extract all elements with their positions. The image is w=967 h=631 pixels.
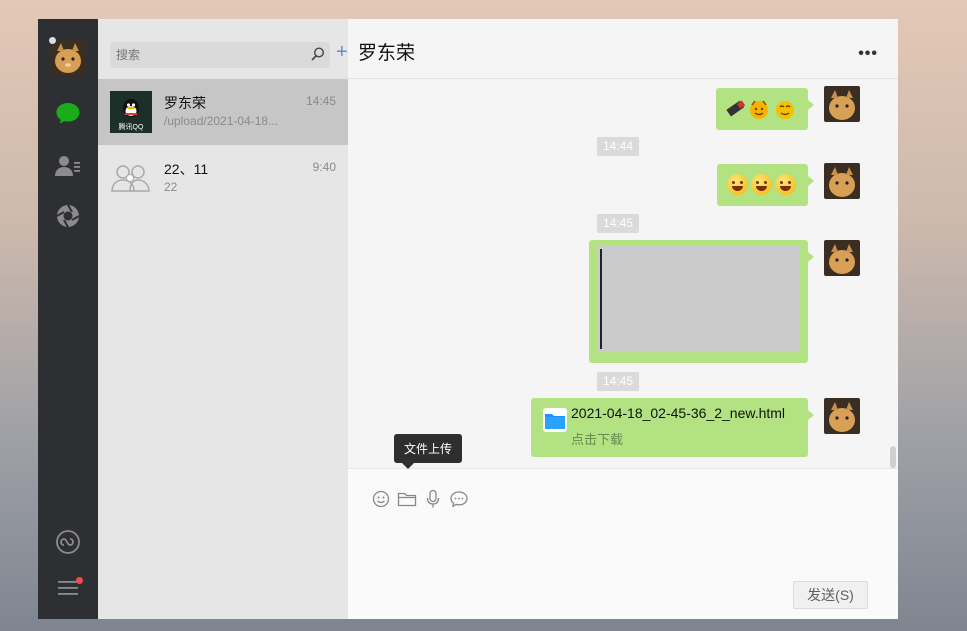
message-composer: 文件上传 发送(S) [348,434,898,619]
message-timestamp: 14:44 [597,137,640,156]
search-input[interactable] [110,48,300,62]
chat-header: 罗东荣 ••• [348,19,898,79]
more-options-button[interactable]: ••• [858,45,878,63]
search-icon[interactable] [310,46,326,67]
chat-panel: 罗东荣 ••• 14:44 14:45 14:45 2021-04-18_02-… [348,19,898,619]
emoji-row-icon [726,100,794,119]
image-edge [600,249,602,349]
send-button[interactable]: 发送(S) [793,581,868,609]
message-timestamp: 14:45 [597,372,640,391]
session-list: + 腾讯QQ 罗东荣 14:45 /upload/2021-04-18... 2… [98,19,348,619]
session-name: 22、11 [164,161,209,177]
avatar-caption: 腾讯QQ [119,122,144,131]
image-placeholder[interactable] [597,246,799,352]
message-bubble[interactable] [716,88,814,130]
folder-file-icon [543,408,567,432]
status-dot [48,36,57,45]
add-chat-button[interactable]: + [336,41,348,63]
file-message-bubble[interactable]: 2021-04-18_02-45-36_2_new.html 点击下载 [531,398,814,457]
chat-title: 罗东荣 [358,43,416,64]
image-message-bubble[interactable] [589,240,814,363]
my-message-avatar[interactable] [824,163,860,199]
upload-tooltip: 文件上传 [394,434,463,469]
emoji-row-icon [727,174,796,195]
qq-logo-icon: 腾讯QQ [110,91,152,133]
file-name: 2021-04-18_02-45-36_2_new.html [571,405,786,421]
microphone-icon[interactable] [423,489,443,509]
mini-program-icon[interactable] [53,527,83,557]
scrollbar-thumb[interactable] [890,446,896,468]
left-nav-rail [38,19,98,619]
my-avatar[interactable] [50,39,86,75]
wechat-window: + 腾讯QQ 罗东荣 14:45 /upload/2021-04-18... 2… [38,19,898,619]
my-message-avatar[interactable] [824,240,860,276]
session-name: 罗东荣 [164,95,206,111]
moments-icon[interactable] [53,201,83,231]
message-list: 14:44 14:45 14:45 2021-04-18_02-45-36_2_… [348,80,898,468]
message-timestamp: 14:45 [597,214,640,233]
group-avatar-icon [110,157,152,199]
my-message-avatar[interactable] [824,86,860,122]
session-time: 9:40 [312,160,336,174]
search-box [110,42,330,68]
session-preview: /upload/2021-04-18... [164,114,279,128]
session-preview: 22 [164,180,178,194]
session-item[interactable]: 22、11 9:40 22 [98,145,348,211]
chat-bubble-icon[interactable] [449,489,469,509]
session-item[interactable]: 腾讯QQ 罗东荣 14:45 /upload/2021-04-18... [98,79,348,145]
download-link[interactable]: 点击下载 [571,429,623,448]
session-time: 14:45 [305,94,336,108]
chat-icon[interactable] [53,98,83,128]
notification-dot [76,577,83,584]
my-message-avatar[interactable] [824,398,860,434]
contacts-icon[interactable] [53,151,83,181]
emoji-icon[interactable] [371,489,391,509]
message-bubble[interactable] [717,164,814,206]
folder-icon[interactable] [397,489,417,509]
